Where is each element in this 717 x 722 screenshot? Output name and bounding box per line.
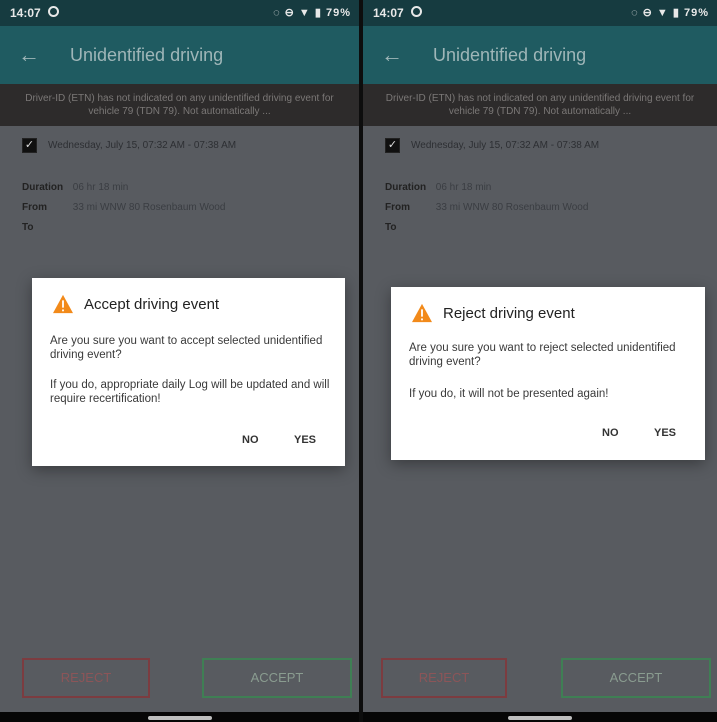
event-time-range: Wednesday, July 15, 07:32 AM - 07:38 AM — [411, 140, 600, 151]
notification-icon — [411, 6, 422, 17]
dialog-yes-button[interactable]: YES — [294, 434, 316, 446]
nav-bar — [363, 712, 717, 722]
status-bar: 14:07 ◌ ⊖ ▼ ▮ 79% — [363, 0, 717, 26]
detail-to: To — [385, 222, 433, 233]
detail-value: 33 mi WNW 80 Rosenbaum Wood — [435, 202, 589, 213]
dialog-no-button[interactable]: NO — [602, 427, 619, 439]
dialog-title: Reject driving event — [443, 305, 575, 322]
page-title: Unidentified driving — [70, 45, 224, 65]
detail-value: 06 hr 18 min — [72, 182, 129, 193]
home-gesture-pill[interactable] — [147, 716, 212, 720]
reject-button[interactable]: REJECT — [22, 658, 150, 698]
dialog-message: Are you sure you want to accept selected… — [50, 335, 323, 361]
detail-key: To — [385, 222, 397, 233]
dialog-note: If you do, appropriate daily Log will be… — [50, 379, 330, 405]
page-title: Unidentified driving — [433, 45, 587, 65]
reject-dialog: Reject driving event Are you sure you wa… — [391, 287, 705, 460]
notice-banner: Driver-ID (ETN) has not indicated on any… — [363, 84, 717, 126]
accept-button[interactable]: ACCEPT — [561, 658, 711, 698]
detail-value: 06 hr 18 min — [435, 182, 492, 193]
app-bar: ← Unidentified driving — [0, 26, 359, 84]
event-row[interactable]: ✓ Wednesday, July 15, 07:32 AM - 07:38 A… — [0, 132, 359, 160]
notice-banner: Driver-ID (ETN) has not indicated on any… — [0, 84, 359, 126]
detail-key: From — [22, 202, 47, 213]
phone-screen-accept: 14:07 ◌ ⊖ ▼ ▮ 79% ← Unidentified driving… — [0, 0, 359, 722]
notification-icon — [48, 6, 59, 17]
reject-button[interactable]: REJECT — [381, 658, 507, 698]
detail-duration: Duration 06 hr 18 min — [22, 182, 128, 193]
back-arrow-icon[interactable]: ← — [18, 42, 40, 68]
dialog-title: Accept driving event — [84, 296, 220, 313]
warning-icon — [53, 294, 73, 314]
dialog-note: If you do, it will not be presented agai… — [409, 388, 609, 400]
back-arrow-icon[interactable]: ← — [381, 42, 403, 68]
system-status-icons: ◌ ⊖ ▼ ▮ 79% — [631, 7, 709, 19]
detail-to: To — [22, 222, 70, 233]
dialog-message: Are you sure you want to reject selected… — [409, 342, 676, 368]
event-row[interactable]: ✓ Wednesday, July 15, 07:32 AM - 07:38 A… — [363, 132, 717, 160]
accept-dialog: Accept driving event Are you sure you wa… — [32, 278, 345, 466]
detail-value: 33 mi WNW 80 Rosenbaum Wood — [72, 202, 226, 213]
detail-from: From 33 mi WNW 80 Rosenbaum Wood — [385, 202, 588, 213]
event-checkbox[interactable]: ✓ — [22, 138, 37, 153]
phone-screen-reject: 14:07 ◌ ⊖ ▼ ▮ 79% ← Unidentified driving… — [363, 0, 717, 722]
event-checkbox[interactable]: ✓ — [385, 138, 400, 153]
detail-key: From — [385, 202, 410, 213]
status-time: 14:07 — [10, 6, 41, 20]
app-bar: ← Unidentified driving — [363, 26, 717, 84]
dialog-yes-button[interactable]: YES — [654, 427, 676, 439]
status-time: 14:07 — [373, 6, 404, 20]
detail-key: To — [22, 222, 34, 233]
detail-key: Duration — [22, 182, 64, 193]
detail-duration: Duration 06 hr 18 min — [385, 182, 491, 193]
detail-key: Duration — [385, 182, 427, 193]
home-gesture-pill[interactable] — [508, 716, 572, 720]
status-bar: 14:07 ◌ ⊖ ▼ ▮ 79% — [0, 0, 359, 26]
event-time-range: Wednesday, July 15, 07:32 AM - 07:38 AM — [48, 140, 237, 151]
dialog-no-button[interactable]: NO — [242, 434, 259, 446]
warning-icon — [412, 303, 432, 323]
accept-button[interactable]: ACCEPT — [202, 658, 352, 698]
nav-bar — [0, 712, 359, 722]
system-status-icons: ◌ ⊖ ▼ ▮ 79% — [273, 7, 351, 19]
detail-from: From 33 mi WNW 80 Rosenbaum Wood — [22, 202, 225, 213]
